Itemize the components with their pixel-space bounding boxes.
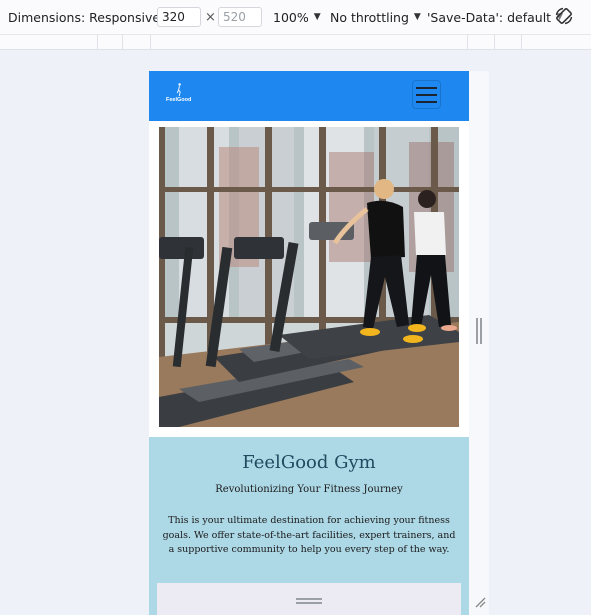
media-query-bar[interactable] [0,34,591,50]
tagline: Revolutionizing Your Fitness Journey [215,484,403,495]
save-data-dropdown[interactable]: 'Save-Data': default ▼ [427,10,563,25]
dimensions-label: Dimensions: Responsive [8,9,161,25]
horizontal-resize-handle[interactable] [296,598,322,604]
rotate-icon[interactable] [554,6,574,26]
device-viewport: FeelGood FeelGood Gym Revolutionizing Yo… [149,71,469,615]
chevron-down-icon: ▼ [313,12,321,22]
page-title: FeelGood Gym [242,452,376,473]
gym-treadmill-image [159,127,459,427]
width-input[interactable]: 320 [157,7,201,27]
save-data-label: 'Save-Data': default [427,9,552,25]
runner-logo-icon [176,83,181,97]
height-input[interactable]: 520 [218,7,262,27]
site-navbar: FeelGood [149,71,469,121]
chevron-down-icon: ▼ [413,12,421,22]
zoom-dropdown[interactable]: 100% ▼ [273,10,321,25]
site-logo[interactable]: FeelGood [166,83,192,105]
zoom-label: 100% [273,9,309,25]
description-text: This is your ultimate destination for ac… [162,515,456,555]
throttle-dropdown[interactable]: No throttling ▼ [330,10,421,25]
vertical-resize-handle[interactable] [476,318,482,344]
times-sign: × [205,10,216,25]
logo-text: FeelGood [166,97,192,103]
device-toolbar: Dimensions: Responsive ▼ 320 × 520 100% … [0,0,591,34]
corner-resize-icon[interactable] [472,594,486,608]
hero-info-section: FeelGood Gym Revolutionizing Your Fitnes… [149,437,469,615]
dimensions-dropdown[interactable]: Dimensions: Responsive ▼ [8,10,172,25]
menu-toggle-button[interactable] [412,80,441,109]
throttle-label: No throttling [330,9,409,25]
